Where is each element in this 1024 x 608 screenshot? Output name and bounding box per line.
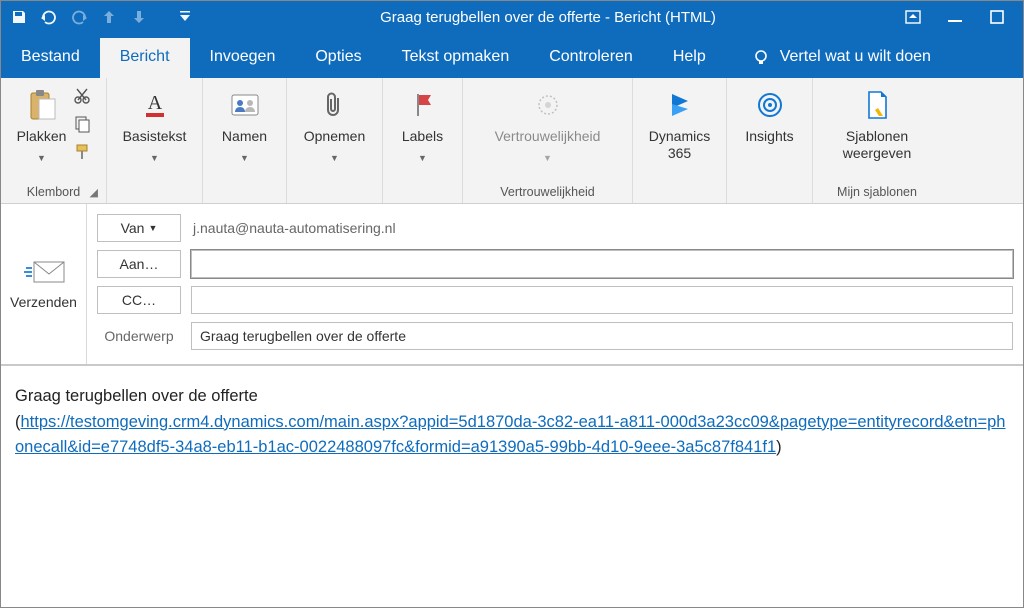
tell-me-search[interactable]: Vertel wat u wilt doen <box>734 38 947 78</box>
subject-label: Onderwerp <box>97 328 181 344</box>
sensitivity-button[interactable]: Vertrouwelijkheid ▼ <box>485 84 611 163</box>
insights-button[interactable]: Insights <box>735 84 803 145</box>
dialog-launcher-icon[interactable]: ◢ <box>90 186 98 199</box>
svg-text:A: A <box>147 92 162 114</box>
compose-header: Verzenden Van▼ j.nauta@nauta-automatiser… <box>1 204 1023 366</box>
ribbon: Plakken ▼ Klembord◢ A Basistekst ▼ <box>1 78 1023 204</box>
lightbulb-icon <box>752 48 770 66</box>
paste-button[interactable]: Plakken ▼ <box>15 84 69 163</box>
address-book-icon <box>230 88 260 122</box>
cc-button[interactable]: CC… <box>97 286 181 314</box>
dynamics-icon <box>666 88 694 122</box>
tab-insert[interactable]: Invoegen <box>190 38 296 78</box>
send-button[interactable]: Verzenden <box>1 204 87 364</box>
cut-icon[interactable] <box>72 86 92 106</box>
sensitivity-icon <box>535 88 561 122</box>
chevron-down-icon: ▼ <box>148 223 157 233</box>
tab-options[interactable]: Opties <box>295 38 381 78</box>
tab-file[interactable]: Bestand <box>1 38 100 78</box>
templates-label: Sjablonen weergeven <box>829 128 925 162</box>
basic-text-button[interactable]: A Basistekst ▼ <box>113 84 196 163</box>
sensitivity-label: Vertrouwelijkheid <box>495 128 601 145</box>
ribbon-display-icon[interactable] <box>899 3 927 31</box>
from-button[interactable]: Van▼ <box>97 214 181 242</box>
from-value: j.nauta@nauta-automatisering.nl <box>191 220 396 236</box>
tab-message[interactable]: Bericht <box>100 38 190 78</box>
chevron-down-icon: ▼ <box>150 153 159 163</box>
dynamics-label: Dynamics 365 <box>649 128 710 162</box>
subject-field[interactable] <box>191 322 1013 350</box>
font-color-icon: A <box>141 88 169 122</box>
dynamics365-button[interactable]: Dynamics 365 <box>639 84 720 162</box>
send-label: Verzenden <box>10 294 77 310</box>
body-paren-close: ) <box>776 438 782 456</box>
chevron-down-icon: ▼ <box>418 153 427 163</box>
format-painter-icon[interactable] <box>72 142 92 162</box>
clipboard-icon <box>27 88 57 122</box>
templates-icon <box>864 88 890 122</box>
include-button[interactable]: Opnemen ▼ <box>294 84 375 163</box>
body-link[interactable]: https://testomgeving.crm4.dynamics.com/m… <box>15 413 1005 457</box>
arrow-down-icon[interactable] <box>127 5 151 29</box>
names-label: Namen <box>222 128 267 145</box>
tags-label: Labels <box>402 128 443 145</box>
insights-icon <box>756 88 784 122</box>
title-bar: Graag terugbellen over de offerte - Beri… <box>1 1 1023 33</box>
minimize-icon[interactable] <box>941 3 969 31</box>
group-label-sensitivity: Vertrouwelijkheid <box>469 183 626 203</box>
flag-icon <box>412 88 434 122</box>
window-title: Graag terugbellen over de offerte - Beri… <box>197 9 899 26</box>
tags-button[interactable]: Labels ▼ <box>389 84 457 163</box>
basic-text-label: Basistekst <box>123 128 187 145</box>
chevron-down-icon: ▼ <box>240 153 249 163</box>
ribbon-tabs: Bestand Bericht Invoegen Opties Tekst op… <box>1 33 1023 78</box>
paperclip-icon <box>323 88 345 122</box>
show-templates-button[interactable]: Sjablonen weergeven <box>819 84 935 162</box>
copy-icon[interactable] <box>72 114 92 134</box>
chevron-down-icon: ▼ <box>543 153 552 163</box>
names-button[interactable]: Namen ▼ <box>211 84 279 163</box>
body-line-1: Graag terugbellen over de offerte <box>15 384 1009 410</box>
envelope-send-icon <box>24 258 64 284</box>
to-field[interactable] <box>191 250 1013 278</box>
include-label: Opnemen <box>304 128 365 145</box>
redo-icon[interactable] <box>67 5 91 29</box>
tab-format-text[interactable]: Tekst opmaken <box>382 38 530 78</box>
qat-customize-icon[interactable] <box>173 5 197 29</box>
group-label-clipboard: Klembord◢ <box>7 183 100 203</box>
message-body[interactable]: Graag terugbellen over de offerte (https… <box>1 366 1023 479</box>
group-label-templates: Mijn sjablonen <box>819 183 935 203</box>
paste-label: Plakken <box>17 128 67 145</box>
insights-label: Insights <box>745 128 793 145</box>
undo-icon[interactable] <box>37 5 61 29</box>
chevron-down-icon: ▼ <box>330 153 339 163</box>
save-icon[interactable] <box>7 5 31 29</box>
tab-help[interactable]: Help <box>653 38 726 78</box>
cc-field[interactable] <box>191 286 1013 314</box>
maximize-icon[interactable] <box>983 3 1011 31</box>
chevron-down-icon: ▼ <box>37 153 46 163</box>
tab-review[interactable]: Controleren <box>529 38 653 78</box>
tell-me-label: Vertel wat u wilt doen <box>780 48 931 66</box>
to-button[interactable]: Aan… <box>97 250 181 278</box>
arrow-up-icon[interactable] <box>97 5 121 29</box>
